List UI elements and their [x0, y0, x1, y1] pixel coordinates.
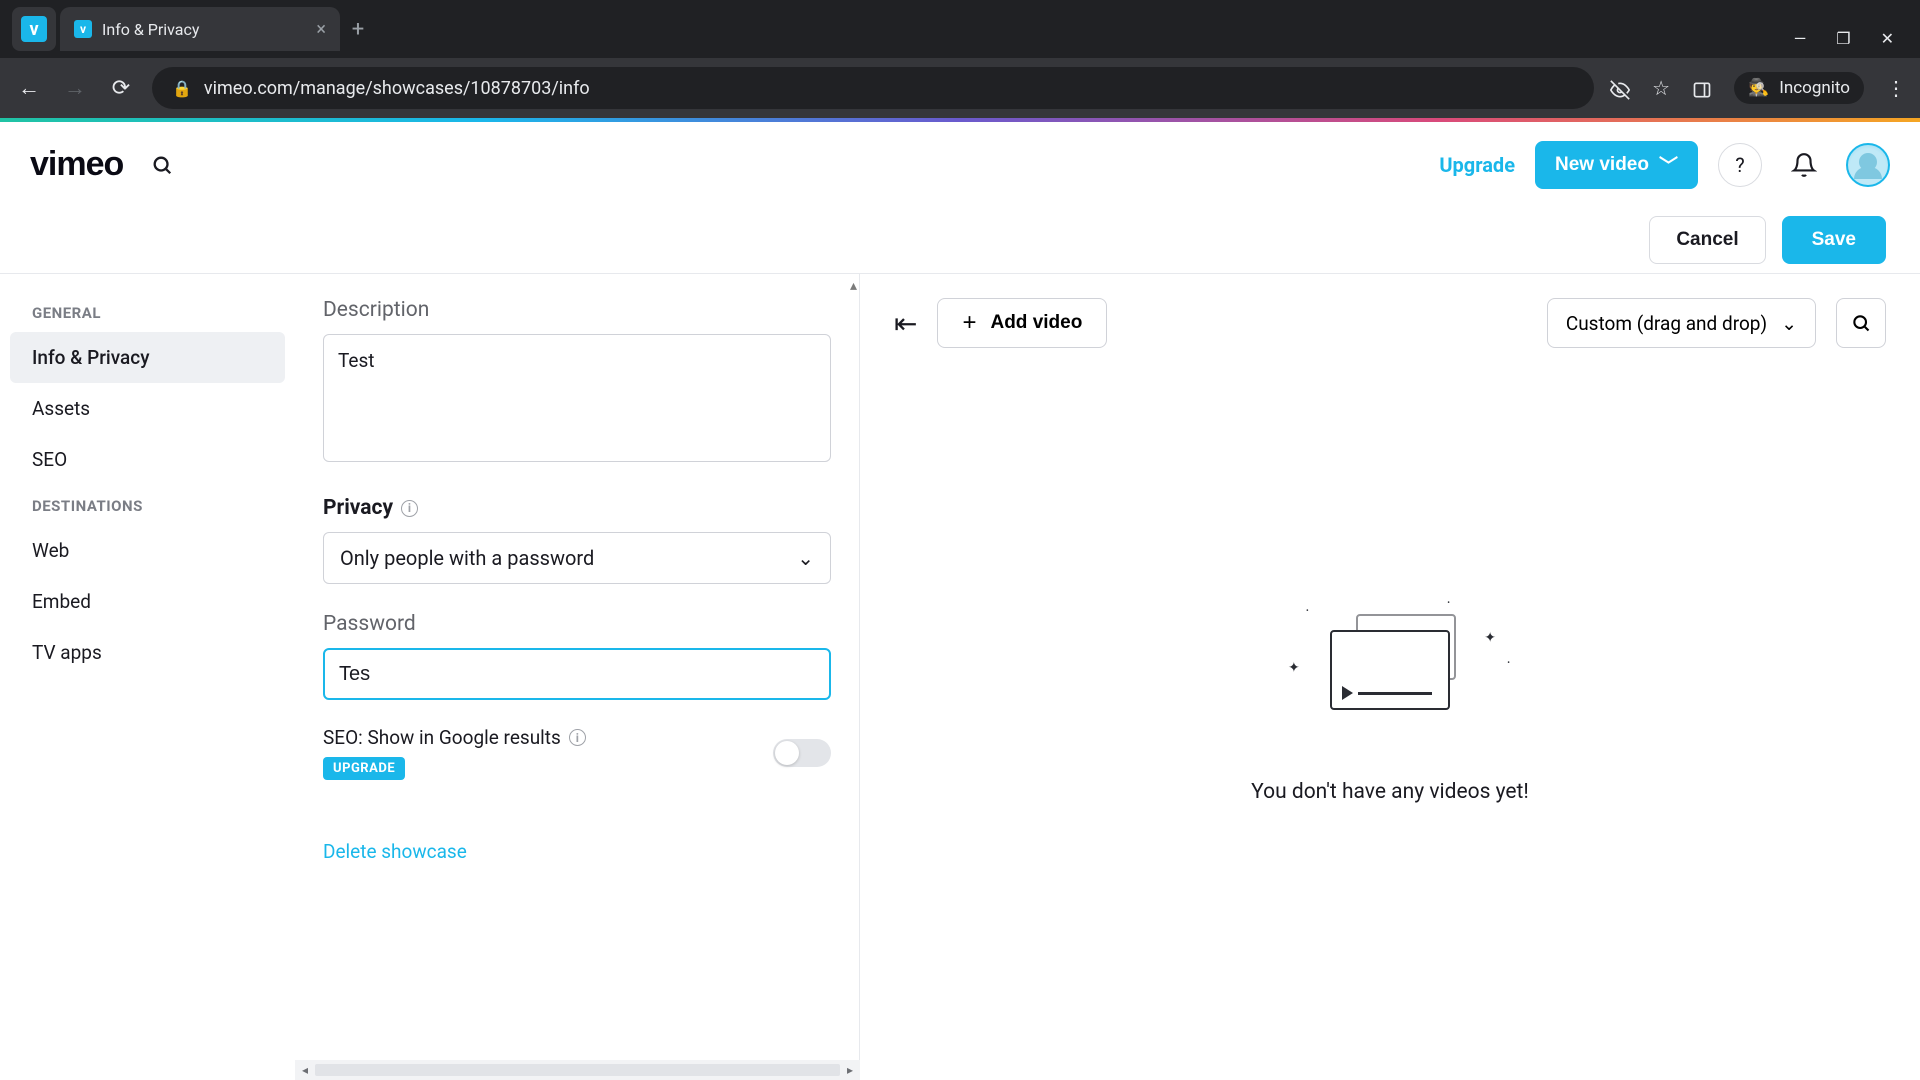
main-content: GENERAL Info & Privacy Assets SEO DESTIN… [0, 273, 1920, 1080]
browser-menu-icon[interactable]: ⋮ [1886, 76, 1906, 100]
scrollbar-track[interactable] [315, 1064, 840, 1076]
eye-off-icon[interactable] [1610, 76, 1630, 100]
privacy-label: Privacy i [323, 496, 831, 520]
chevron-down-icon: ⌄ [797, 546, 814, 570]
browser-tabstrip: v v Info & Privacy × + ― ❐ ✕ [0, 0, 1920, 58]
notifications-icon[interactable] [1782, 143, 1826, 187]
vimeo-logo[interactable]: vimeo [30, 145, 123, 184]
vimeo-favicon-icon: v [21, 16, 47, 42]
upgrade-badge[interactable]: UPGRADE [323, 757, 405, 780]
password-label: Password [323, 612, 831, 636]
info-icon[interactable]: i [569, 729, 586, 746]
collapse-left-icon[interactable]: ⇤ [894, 307, 917, 340]
seo-toggle[interactable] [773, 739, 831, 767]
seo-toggle-label: SEO: Show in Google results i [323, 726, 586, 749]
scroll-right-arrow-icon[interactable]: ▸ [840, 1063, 860, 1077]
window-close-icon[interactable]: ✕ [1881, 29, 1894, 48]
description-label: Description [323, 298, 831, 322]
sidebar-heading-general: GENERAL [10, 292, 285, 332]
save-button[interactable]: Save [1782, 216, 1886, 264]
empty-state-text: You don't have any videos yet! [1251, 780, 1529, 804]
sidebar-item-embed[interactable]: Embed [10, 576, 285, 627]
sidebar-item-info-privacy[interactable]: Info & Privacy [10, 332, 285, 383]
nav-reload-icon[interactable]: ⟳ [106, 76, 136, 101]
app-header: vimeo Upgrade New video ﹀ ? [0, 122, 1920, 207]
tab-title: Info & Privacy [102, 20, 199, 39]
sidebar-item-seo[interactable]: SEO [10, 434, 285, 485]
nav-forward-icon: → [60, 75, 90, 101]
sort-dropdown[interactable]: Custom (drag and drop) ⌄ [1547, 298, 1816, 348]
preview-panel: ⇤ + Add video Custom (drag and drop) ⌄ ✦… [860, 274, 1920, 1080]
delete-showcase-link[interactable]: Delete showcase [323, 840, 467, 863]
upgrade-link[interactable]: Upgrade [1439, 153, 1515, 177]
sidebar-heading-destinations: DESTINATIONS [10, 485, 285, 525]
sidebar-item-assets[interactable]: Assets [10, 383, 285, 434]
chevron-down-icon: ﹀ [1659, 151, 1678, 178]
password-input[interactable] [323, 648, 831, 700]
sidebar-item-web[interactable]: Web [10, 525, 285, 576]
scroll-left-arrow-icon[interactable]: ◂ [295, 1063, 315, 1077]
cancel-button[interactable]: Cancel [1649, 216, 1765, 264]
incognito-icon: 🕵️ [1748, 78, 1769, 98]
description-input[interactable] [323, 334, 831, 462]
sort-value: Custom (drag and drop) [1566, 312, 1767, 335]
panel-icon[interactable] [1692, 76, 1712, 100]
scroll-up-arrow-icon[interactable]: ▴ [850, 278, 857, 294]
nav-back-icon[interactable]: ← [14, 75, 44, 101]
tab-close-icon[interactable]: × [316, 19, 326, 40]
window-minimize-icon[interactable]: ― [1794, 29, 1807, 48]
bookmark-star-icon[interactable]: ☆ [1652, 76, 1670, 100]
window-maximize-icon[interactable]: ❐ [1836, 29, 1850, 48]
action-bar: Cancel Save [0, 207, 1920, 273]
privacy-select[interactable]: Only people with a password ⌄ [323, 532, 831, 584]
app-favicon-box: v [12, 7, 56, 51]
plus-icon: + [962, 309, 976, 337]
search-icon[interactable] [151, 152, 173, 177]
incognito-label: Incognito [1779, 78, 1850, 98]
preview-search-button[interactable] [1836, 298, 1886, 348]
sidebar: GENERAL Info & Privacy Assets SEO DESTIN… [0, 274, 295, 1080]
sidebar-item-tv-apps[interactable]: TV apps [10, 627, 285, 678]
new-video-label: New video [1555, 154, 1649, 176]
url-text: vimeo.com/manage/showcases/10878703/info [204, 78, 590, 99]
add-video-button[interactable]: + Add video [937, 298, 1107, 348]
tab-favicon-icon: v [74, 20, 92, 38]
help-button[interactable]: ? [1718, 143, 1762, 187]
chevron-down-icon: ⌄ [1781, 312, 1797, 335]
form-panel: ▴ Description Privacy i Only people with… [295, 274, 860, 1080]
new-video-button[interactable]: New video ﹀ [1535, 141, 1698, 189]
horizontal-scrollbar[interactable]: ◂ ▸ [295, 1060, 860, 1080]
add-video-label: Add video [990, 312, 1082, 334]
info-icon[interactable]: i [401, 500, 418, 517]
browser-toolbar: ← → ⟳ 🔒 vimeo.com/manage/showcases/10878… [0, 58, 1920, 118]
new-tab-button[interactable]: + [340, 11, 376, 47]
empty-illustration-icon: ✦ ✦ • • • [1300, 600, 1480, 740]
site-lock-icon[interactable]: 🔒 [172, 79, 192, 98]
avatar[interactable] [1846, 143, 1890, 187]
incognito-badge[interactable]: 🕵️ Incognito [1734, 72, 1864, 104]
privacy-value: Only people with a password [340, 546, 594, 570]
address-bar[interactable]: 🔒 vimeo.com/manage/showcases/10878703/in… [152, 67, 1594, 109]
empty-state: ✦ ✦ • • • You don't have any videos yet! [894, 348, 1886, 1056]
browser-tab[interactable]: v Info & Privacy × [60, 7, 340, 51]
